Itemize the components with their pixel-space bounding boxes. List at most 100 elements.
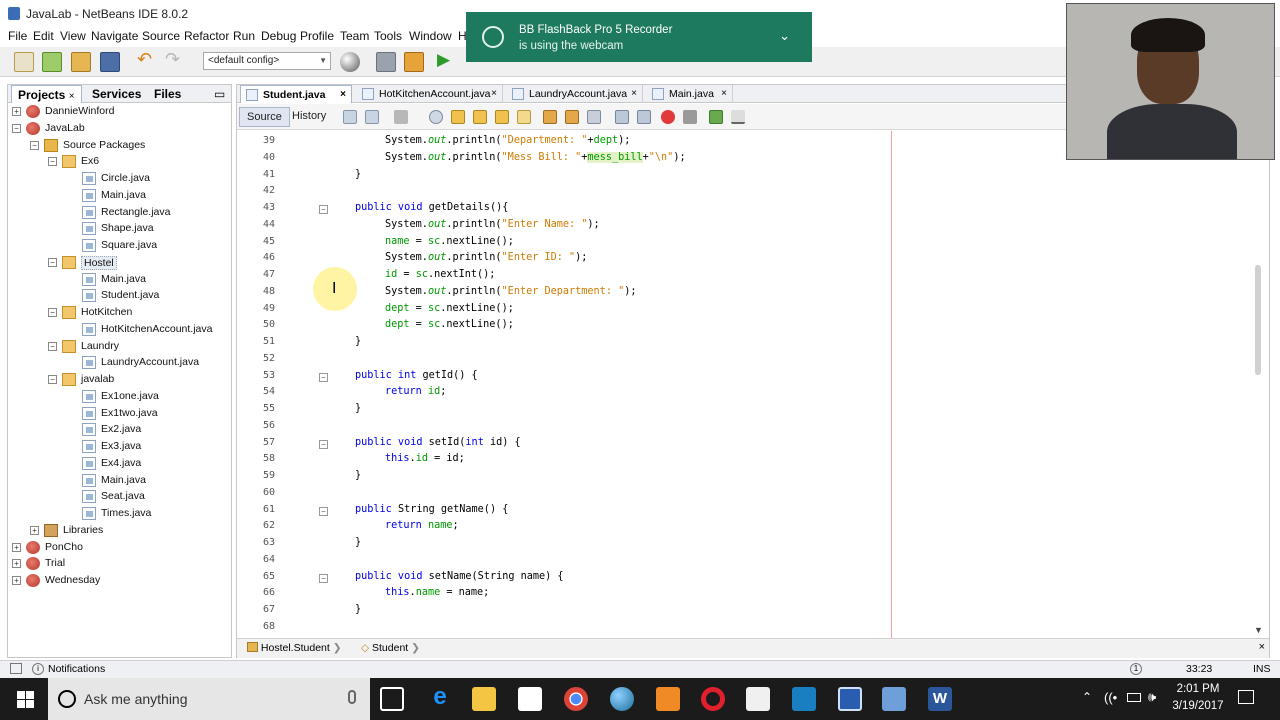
menu-item-edit[interactable]: Edit (33, 29, 54, 43)
toggle-highlight-icon[interactable] (517, 110, 531, 124)
new-file-icon[interactable] (14, 52, 34, 72)
find-previous-icon[interactable] (451, 110, 465, 124)
expand-icon[interactable]: + (12, 576, 21, 585)
code-area[interactable]: System.out.println("Department: "+dept);… (279, 131, 1269, 638)
tree-item[interactable]: Ex4.java (8, 456, 228, 472)
editor-tab[interactable]: Main.java × (647, 85, 733, 103)
collapse-icon[interactable]: − (48, 308, 57, 317)
close-tab-icon[interactable]: × (631, 88, 637, 99)
previous-bookmark-icon[interactable] (543, 110, 557, 124)
expand-icon[interactable]: + (12, 559, 21, 569)
editor-tab[interactable]: HotKitchenAccount.java × (357, 85, 503, 103)
notification-badge-icon[interactable]: 1 (1130, 663, 1142, 675)
tree-item[interactable]: LaundryAccount.java (8, 355, 228, 371)
menu-item-view[interactable]: View (60, 29, 86, 43)
open-project-icon[interactable] (71, 52, 91, 72)
collapse-icon[interactable]: − (48, 375, 57, 384)
collapse-icon[interactable]: − (12, 123, 21, 133)
tab-files[interactable]: Files (148, 85, 187, 103)
find-selection-icon[interactable] (495, 110, 509, 124)
tree-item[interactable]: − Ex6 (8, 154, 228, 170)
code-fold-icon[interactable]: − (319, 439, 328, 449)
tree-item[interactable]: Seat.java (8, 489, 228, 505)
browser-globe-icon[interactable] (340, 52, 360, 72)
stop-macro-icon[interactable] (683, 110, 697, 124)
chrome-icon[interactable] (564, 687, 588, 711)
scrollbar-thumb[interactable] (1255, 265, 1261, 375)
menu-item-team[interactable]: Team (340, 29, 369, 43)
menu-item-tools[interactable]: Tools (374, 29, 402, 43)
save-all-icon[interactable] (100, 52, 120, 72)
code-fold-icon[interactable]: − (319, 372, 328, 382)
battery-icon[interactable] (1127, 693, 1141, 702)
tree-item[interactable]: − javalab (8, 372, 228, 388)
menu-item-source[interactable]: Source (142, 29, 180, 43)
close-breadcrumb-icon[interactable]: × (1259, 641, 1265, 653)
clock-date[interactable]: 3/19/2017 (1168, 700, 1228, 712)
new-project-icon[interactable] (42, 52, 62, 72)
code-fold-icon[interactable]: − (319, 506, 328, 516)
collapse-icon[interactable]: − (48, 157, 57, 167)
microphone-icon[interactable] (348, 690, 356, 704)
redo-icon[interactable]: ↷ (165, 49, 185, 69)
close-tab-icon[interactable]: × (491, 88, 497, 99)
breadcrumb-item-class[interactable]: ◇ Student ❯ (361, 642, 420, 654)
chevron-up-icon[interactable]: ⌃ (1082, 690, 1092, 704)
minimize-icon[interactable]: ▭ (208, 85, 231, 103)
clock-time[interactable]: 2:01 PM (1172, 683, 1224, 695)
config-select[interactable]: <default config> ▼ (203, 52, 331, 70)
collapse-icon[interactable]: − (48, 257, 57, 267)
history-view-button[interactable]: History (285, 107, 333, 127)
wifi-icon[interactable]: ((• (1104, 690, 1117, 705)
tab-projects[interactable]: Projects × (11, 85, 82, 103)
action-center-icon[interactable] (1238, 690, 1254, 704)
menu-item-refactor[interactable]: Refactor (184, 29, 229, 43)
tree-item[interactable]: Ex3.java (8, 439, 228, 455)
netbeans-taskbar-icon[interactable] (882, 687, 906, 711)
tree-item[interactable]: Square.java (8, 238, 228, 254)
chevron-down-icon[interactable]: ⌄ (779, 28, 790, 44)
collapse-icon[interactable]: − (30, 140, 39, 150)
scroll-down-icon[interactable]: ▼ (1254, 625, 1263, 635)
tree-item[interactable]: + Wednesday (8, 573, 228, 589)
tree-item[interactable]: Ex2.java (8, 422, 228, 438)
tree-item[interactable]: Main.java (8, 272, 228, 288)
output-window-icon[interactable] (10, 663, 22, 674)
tree-item[interactable]: HotKitchenAccount.java (8, 322, 228, 338)
tree-item[interactable]: − Source Packages (8, 138, 228, 154)
screen-app-icon[interactable] (792, 687, 816, 711)
editor-tab[interactable]: LaundryAccount.java × (507, 85, 643, 103)
clean-build-icon[interactable] (404, 52, 424, 72)
cortana-search-box[interactable]: Ask me anything (48, 678, 370, 720)
code-fold-icon[interactable]: − (319, 205, 328, 214)
undo-icon[interactable]: ↶ (137, 49, 157, 69)
tree-item[interactable]: − HotKitchen (8, 305, 228, 321)
tree-item[interactable]: − JavaLab (8, 121, 228, 137)
volume-icon[interactable]: 🕪 (1148, 689, 1156, 705)
menu-item-file[interactable]: File (8, 29, 27, 43)
task-view-icon[interactable] (380, 687, 404, 711)
file-explorer-icon[interactable] (472, 687, 496, 711)
comment-icon[interactable] (709, 110, 723, 124)
close-icon[interactable]: × (69, 91, 75, 102)
tree-item[interactable]: + Trial (8, 556, 228, 572)
tree-item[interactable]: + DannieWinford (8, 104, 228, 120)
code-fold-icon[interactable]: − (319, 573, 328, 583)
uncomment-icon[interactable] (731, 110, 745, 124)
tree-item[interactable]: − Hostel (8, 255, 228, 271)
globe-app-icon[interactable] (610, 687, 634, 711)
tree-item[interactable]: + Libraries (8, 523, 228, 539)
menu-item-run[interactable]: Run (233, 29, 255, 43)
close-tab-icon[interactable]: × (340, 89, 346, 100)
tree-item[interactable]: Main.java (8, 188, 228, 204)
find-icon[interactable] (429, 110, 443, 124)
start-windows-icon[interactable] (17, 691, 34, 708)
next-bookmark-icon[interactable] (565, 110, 579, 124)
tab-services[interactable]: Services (86, 85, 147, 103)
find-next-icon[interactable] (473, 110, 487, 124)
store-icon[interactable] (518, 687, 542, 711)
menu-item-window[interactable]: Window (409, 29, 452, 43)
tree-item[interactable]: Ex1one.java (8, 389, 228, 405)
start-macro-icon[interactable] (661, 110, 675, 124)
photo-app-icon[interactable] (656, 687, 680, 711)
